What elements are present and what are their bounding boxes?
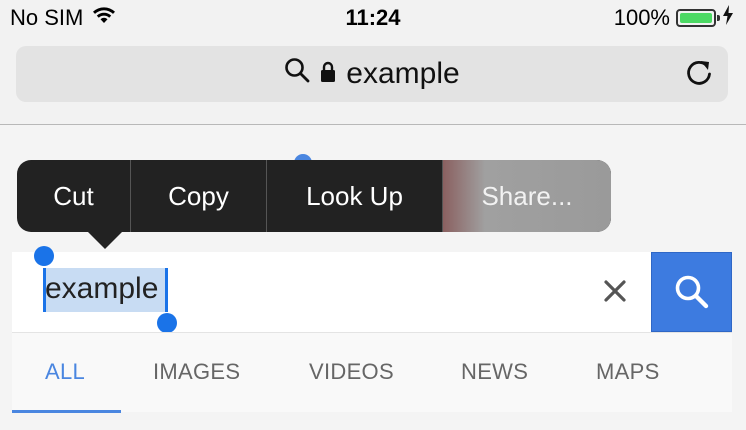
battery-percent: 100% bbox=[613, 5, 670, 30]
search-input[interactable]: example bbox=[45, 272, 158, 306]
search-button[interactable] bbox=[651, 252, 732, 332]
menu-item-cut[interactable]: Cut bbox=[17, 160, 130, 232]
search-icon bbox=[284, 57, 310, 91]
reload-icon[interactable] bbox=[684, 58, 714, 93]
menu-pointer bbox=[87, 231, 123, 249]
search-tabs: ALL IMAGES VIDEOS NEWS MAPS bbox=[12, 332, 732, 413]
edit-context-menu: Cut Copy Look Up Share... bbox=[17, 160, 611, 232]
selection-end-caret[interactable] bbox=[165, 268, 168, 312]
tab-news[interactable]: NEWS bbox=[461, 359, 528, 385]
lock-icon bbox=[320, 57, 336, 91]
battery-fill bbox=[680, 13, 712, 23]
menu-item-share[interactable]: Share... bbox=[443, 160, 611, 232]
address-bar[interactable]: example bbox=[16, 46, 728, 102]
tab-videos[interactable]: VIDEOS bbox=[309, 359, 394, 385]
url-text: example bbox=[346, 57, 460, 90]
selection-start-handle[interactable] bbox=[34, 246, 54, 266]
address-content: example bbox=[16, 46, 728, 102]
search-box[interactable]: example bbox=[12, 246, 732, 333]
tab-images[interactable]: IMAGES bbox=[153, 359, 240, 385]
status-right: 100% bbox=[614, 5, 734, 31]
battery-cap bbox=[717, 15, 720, 21]
menu-item-copy[interactable]: Copy bbox=[131, 160, 266, 232]
tab-maps[interactable]: MAPS bbox=[596, 359, 660, 385]
battery-icon bbox=[676, 9, 720, 27]
selection-start-caret[interactable] bbox=[43, 268, 46, 312]
selection-end-handle[interactable] bbox=[157, 313, 177, 333]
close-icon bbox=[604, 280, 626, 302]
menu-item-look-up[interactable]: Look Up bbox=[267, 160, 442, 232]
search-icon bbox=[675, 275, 708, 309]
clear-button[interactable] bbox=[600, 276, 630, 306]
active-tab-indicator bbox=[12, 410, 121, 413]
tab-all[interactable]: ALL bbox=[45, 359, 85, 385]
status-bar: No SIM 11:24 100% bbox=[0, 0, 746, 36]
charging-icon bbox=[722, 5, 734, 31]
